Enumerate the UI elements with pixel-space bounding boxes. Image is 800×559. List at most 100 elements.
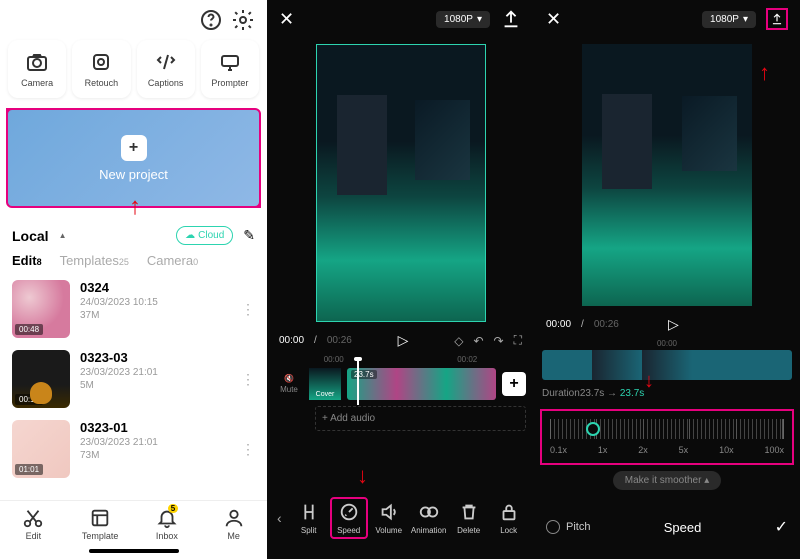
close-icon[interactable]: ✕ xyxy=(546,9,561,30)
redo-icon[interactable]: ↷ xyxy=(494,334,504,348)
lock-button[interactable]: Lock xyxy=(490,501,528,535)
tl-mark: 00:00 xyxy=(542,339,792,348)
captions-button[interactable]: Captions xyxy=(137,40,195,98)
local-label: Local xyxy=(12,228,49,244)
playback-row: 00:00 / 00:26 ▷ ◇ ↶ ↷ ⛶ xyxy=(267,328,534,353)
speed-slider-box: 0.1x 1x 2x 5x 10x 100x xyxy=(540,409,794,465)
play-icon[interactable]: ▷ xyxy=(398,332,409,349)
camera-icon xyxy=(25,50,49,74)
speed-mark: 1x xyxy=(598,445,608,455)
help-icon[interactable] xyxy=(199,8,223,32)
export-icon[interactable] xyxy=(766,8,788,30)
tab-camera[interactable]: Camera0 xyxy=(147,253,198,268)
video-preview[interactable] xyxy=(582,44,752,306)
annotation-arrow-icon: ↓ xyxy=(644,370,654,393)
clip-track[interactable] xyxy=(542,350,792,380)
undo-icon[interactable]: ↶ xyxy=(473,334,483,348)
nav-me[interactable]: Me xyxy=(200,507,267,541)
more-icon[interactable]: ⋮ xyxy=(241,441,255,458)
animation-icon xyxy=(418,501,440,523)
speed-slider[interactable] xyxy=(550,419,784,439)
clip-track[interactable]: 23.7s xyxy=(347,368,496,400)
animation-button[interactable]: Animation xyxy=(410,501,448,535)
project-size: 37M xyxy=(80,310,231,321)
export-icon[interactable] xyxy=(500,8,522,30)
camera-label: Camera xyxy=(21,78,53,88)
play-icon[interactable]: ▷ xyxy=(668,316,679,333)
template-icon xyxy=(89,507,111,529)
fullscreen-icon[interactable]: ⛶ xyxy=(514,333,522,348)
close-icon[interactable]: ✕ xyxy=(279,9,294,30)
home-indicator xyxy=(89,549,179,553)
tl-mark: 00:00 xyxy=(324,355,344,364)
playhead[interactable] xyxy=(357,361,359,405)
volume-button[interactable]: Volume xyxy=(370,501,408,535)
time-sep: / xyxy=(581,319,584,330)
cloud-label: Cloud xyxy=(198,230,224,241)
prompter-button[interactable]: Prompter xyxy=(201,40,259,98)
retouch-button[interactable]: Retouch xyxy=(72,40,130,98)
settings-icon[interactable] xyxy=(231,8,255,32)
project-item[interactable]: 00:16 0323-03 23/03/2023 21:01 5M ⋮ xyxy=(0,344,267,414)
keyframe-icon[interactable]: ◇ xyxy=(454,334,463,348)
speed-mark: 100x xyxy=(764,445,784,455)
project-item[interactable]: 00:48 0324 24/03/2023 10:15 37M ⋮ xyxy=(0,274,267,344)
resolution-button[interactable]: 1080P ▾ xyxy=(702,11,756,28)
time-sep: / xyxy=(314,335,317,346)
chevron-up-icon[interactable]: ▲ xyxy=(59,231,67,240)
confirm-icon[interactable]: ✓ xyxy=(775,517,788,537)
timeline-marks: 00:00 00:02 xyxy=(267,353,534,366)
back-icon[interactable]: ‹ xyxy=(271,510,288,526)
edit-icon[interactable]: ✎ xyxy=(243,227,255,244)
speed-panel: ✕ 1080P ▾ ↑ 00:00 / 00:26 ▷ 00:00 Durati… xyxy=(534,0,800,559)
annotation-arrow-icon: ↑ xyxy=(129,193,141,221)
bottom-nav: Edit Template 5 Inbox Me xyxy=(0,500,267,545)
home-header xyxy=(0,0,267,40)
tab-templates[interactable]: Templates25 xyxy=(60,253,129,268)
retouch-icon xyxy=(89,50,113,74)
project-name: 0324 xyxy=(80,280,231,295)
speed-button[interactable]: Speed xyxy=(330,497,368,539)
prompter-icon xyxy=(218,50,242,74)
camera-button[interactable]: Camera xyxy=(8,40,66,98)
project-name: 0323-01 xyxy=(80,420,231,435)
delete-button[interactable]: Delete xyxy=(450,501,488,535)
split-icon xyxy=(298,501,320,523)
project-date: 23/03/2023 21:01 xyxy=(80,367,231,378)
project-size: 73M xyxy=(80,450,231,461)
speed-labels: 0.1x 1x 2x 5x 10x 100x xyxy=(550,445,784,455)
more-icon[interactable]: ⋮ xyxy=(241,301,255,318)
duration-badge: 00:48 xyxy=(15,324,43,335)
cloud-button[interactable]: ☁ Cloud xyxy=(176,226,233,245)
speed-mark: 10x xyxy=(719,445,734,455)
nav-inbox[interactable]: 5 Inbox xyxy=(134,507,201,541)
add-audio-button[interactable]: + Add audio xyxy=(315,406,526,431)
annotation-arrow-icon: ↑ xyxy=(759,60,770,86)
smoother-button[interactable]: Make it smoother ▴ xyxy=(613,471,722,490)
project-list: 00:48 0324 24/03/2023 10:15 37M ⋮ 00:16 … xyxy=(0,274,267,500)
prompter-label: Prompter xyxy=(211,78,248,88)
nav-template[interactable]: Template xyxy=(67,507,134,541)
resolution-button[interactable]: 1080P ▾ xyxy=(436,11,490,28)
speed-mark: 2x xyxy=(638,445,648,455)
video-preview[interactable] xyxy=(316,44,486,322)
slider-knob[interactable] xyxy=(586,422,600,436)
total-time: 00:26 xyxy=(327,335,352,346)
mute-button[interactable]: 🔇 Mute xyxy=(275,374,303,394)
lock-icon xyxy=(498,501,520,523)
person-icon xyxy=(223,507,245,529)
add-clip-button[interactable]: + xyxy=(502,372,526,396)
tab-edit[interactable]: Edit8 xyxy=(12,253,42,268)
speed-mark: 0.1x xyxy=(550,445,567,455)
delete-icon xyxy=(458,501,480,523)
nav-edit[interactable]: Edit xyxy=(0,507,67,541)
duration-row: Duration23.7s → 23.7s xyxy=(534,384,800,403)
pitch-label: Pitch xyxy=(566,521,590,533)
thumbnail: 00:16 xyxy=(12,350,70,408)
pitch-checkbox[interactable]: Pitch xyxy=(546,520,590,534)
more-icon[interactable]: ⋮ xyxy=(241,371,255,388)
project-item[interactable]: 01:01 0323-01 23/03/2023 21:01 73M ⋮ xyxy=(0,414,267,484)
timeline: 00:00 xyxy=(534,337,800,384)
split-button[interactable]: Split xyxy=(290,501,328,535)
cover-button[interactable]: Cover xyxy=(309,368,341,400)
